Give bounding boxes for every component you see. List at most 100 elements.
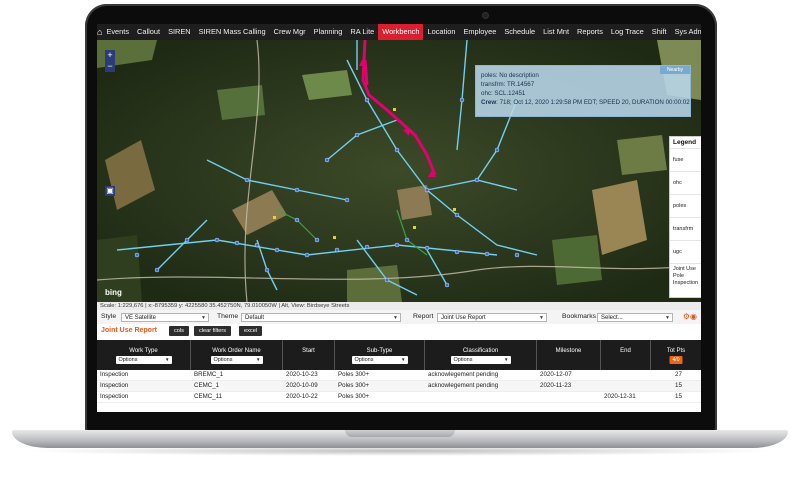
filter-options-select[interactable]: Options ▼ xyxy=(450,356,511,364)
filter-options-select[interactable]: Options ▼ xyxy=(210,356,263,364)
popup-line-poles: poles: No description xyxy=(481,72,539,79)
bing-logo: bing xyxy=(105,288,122,297)
col-tot-pts[interactable]: Tot Pts 4/0 xyxy=(651,340,701,370)
filter-options-label: Options xyxy=(354,357,374,363)
nav-item-callout[interactable]: Callout xyxy=(133,24,164,40)
col-header-label: Work Order Name xyxy=(212,348,261,354)
theme-select[interactable]: Default ▼ xyxy=(241,313,401,322)
cell-start: 2020-10-23 xyxy=(286,371,318,378)
col-work-order-name[interactable]: Work Order Name Options ▼ xyxy=(191,340,283,370)
bookmarks-label: Bookmarks xyxy=(562,313,596,320)
filter-options-select[interactable]: Options ▼ xyxy=(115,356,172,364)
zoom-in-icon[interactable]: + xyxy=(107,50,112,61)
report-select[interactable]: Joint Use Report ▼ xyxy=(437,313,547,322)
nav-item-ra-lite[interactable]: RA Lite xyxy=(346,24,378,40)
nav-item-schedule[interactable]: Schedule xyxy=(500,24,539,40)
col-end[interactable]: End xyxy=(601,340,651,370)
crew-label: Crew xyxy=(481,99,497,106)
legend-item-joint-use: Joint Use Pole Inspection xyxy=(670,263,701,294)
cell-end xyxy=(601,370,651,380)
top-nav: ⌂ Events Callout SIREN SIREN Mass Callin… xyxy=(97,24,701,40)
cell-work-type: Inspection xyxy=(100,371,129,378)
cell-milestone: 2020-12-07 xyxy=(540,371,572,378)
nav-item-crew-mgr[interactable]: Crew Mgr xyxy=(270,24,310,40)
bookmarks-select[interactable]: Select... ▼ xyxy=(597,313,673,322)
cell-classification: acknowlegement pending xyxy=(428,371,499,378)
table-row[interactable]: Inspection CEMC_1 2020-10-09 Poles 300+ … xyxy=(97,381,701,392)
zoom-out-icon[interactable]: − xyxy=(107,61,112,72)
report-table: Work Type Options ▼ Work Order Name Optio… xyxy=(97,340,701,403)
bookmarks-select-value: Select... xyxy=(601,315,623,321)
legend-item-poles: poles xyxy=(670,194,701,217)
col-milestone[interactable]: Milestone xyxy=(537,340,601,370)
full-extent-icon[interactable]: ▣ xyxy=(105,186,115,196)
camera-icon xyxy=(483,13,488,18)
cell-start: 2020-10-22 xyxy=(286,393,318,400)
col-start[interactable]: Start xyxy=(283,340,335,370)
cell-start: 2020-10-09 xyxy=(286,382,318,389)
excel-button[interactable]: excel xyxy=(239,326,263,336)
clear-filters-button[interactable]: clear filters xyxy=(194,326,232,336)
legend-item-transformer: transfrm xyxy=(670,217,701,240)
popup-line-crew: Crew: 718; Oct 12, 2020 1:29:58 PM EDT; … xyxy=(476,98,690,107)
nav-item-events[interactable]: Events xyxy=(102,24,133,40)
zoom-control: + − xyxy=(105,50,115,72)
nav-item-sys-admin[interactable]: Sys Admin xyxy=(671,24,701,40)
chevron-down-icon: ▼ xyxy=(256,357,261,362)
style-select[interactable]: VE Satellite ▼ xyxy=(121,313,209,322)
cell-end xyxy=(601,381,651,391)
chevron-down-icon: ▼ xyxy=(504,357,509,362)
nav-item-workbench[interactable]: Workbench xyxy=(378,24,424,40)
col-header-label: Tot Pts xyxy=(666,348,686,354)
nav-item-planning[interactable]: Planning xyxy=(310,24,347,40)
filter-options-label: Options xyxy=(453,357,473,363)
report-label: Report xyxy=(413,313,434,320)
nav-item-location[interactable]: Location xyxy=(423,24,459,40)
col-header-label: Milestone xyxy=(555,348,582,354)
chevron-down-icon: ▼ xyxy=(539,315,544,321)
tot-pts-badge[interactable]: 4/0 xyxy=(669,356,683,364)
nav-item-siren[interactable]: SIREN xyxy=(164,24,195,40)
nav-item-siren-mass-calling[interactable]: SIREN Mass Calling xyxy=(195,24,270,40)
style-select-value: VE Satellite xyxy=(125,315,157,321)
cell-sub-type: Poles 300+ xyxy=(338,382,370,389)
nav-item-log-trace[interactable]: Log Trace xyxy=(607,24,648,40)
col-header-label: Sub-Type xyxy=(366,348,393,354)
report-title: Joint Use Report xyxy=(101,327,158,334)
app-screen: ⌂ Events Callout SIREN SIREN Mass Callin… xyxy=(97,24,701,412)
popup-line-ohc: ohc: SCL.12451 xyxy=(481,90,526,97)
cell-work-order-name: CEMC_1 xyxy=(194,382,220,389)
col-sub-type[interactable]: Sub-Type Options ▼ xyxy=(335,340,425,370)
filter-options-label: Options xyxy=(213,357,233,363)
nav-item-employee[interactable]: Employee xyxy=(459,24,500,40)
chevron-down-icon: ▼ xyxy=(201,315,206,321)
report-toolbar: Joint Use Report cols clear filters exce… xyxy=(97,324,701,339)
nav-item-list-mnt[interactable]: List Mnt xyxy=(539,24,573,40)
nav-item-shift[interactable]: Shift xyxy=(648,24,671,40)
popup-header[interactable]: Nearby xyxy=(660,66,690,74)
legend-title: Legend xyxy=(673,139,697,146)
map-status-bar: Scale: 1:229,676 | x:-8795359 y: 4225580… xyxy=(97,302,701,310)
chevron-down-icon: ▼ xyxy=(393,315,398,321)
col-work-type[interactable]: Work Type Options ▼ xyxy=(97,340,191,370)
style-label: Style xyxy=(101,313,117,320)
theme-select-value: Default xyxy=(245,315,265,321)
cell-work-type: Inspection xyxy=(100,393,129,400)
chevron-down-icon: ▼ xyxy=(401,357,406,362)
map-legend: Legend fuse ohc poles transfrm ugc Joint… xyxy=(669,136,701,298)
laptop-notch xyxy=(345,430,455,437)
nav-item-reports[interactable]: Reports xyxy=(573,24,607,40)
col-classification[interactable]: Classification Options ▼ xyxy=(425,340,537,370)
map-tools-icon[interactable]: ⚙◉ xyxy=(683,312,697,321)
cell-work-order-name: BREMC_1 xyxy=(194,371,224,378)
filter-options-label: Options xyxy=(118,357,138,363)
table-row[interactable]: Inspection CEMC_11 2020-10-22 Poles 300+… xyxy=(97,392,701,403)
cell-work-order-name: CEMC_11 xyxy=(194,393,223,400)
map-controls-row: Style VE Satellite ▼ Theme Default ▼ Repor… xyxy=(97,310,701,325)
cell-tot-pts: 27 xyxy=(675,371,682,378)
cols-button[interactable]: cols xyxy=(169,326,189,336)
filter-options-select[interactable]: Options ▼ xyxy=(351,356,408,364)
table-row[interactable]: Inspection BREMC_1 2020-10-23 Poles 300+… xyxy=(97,370,701,381)
map-view[interactable]: + − ▣ Nearby poles: No description trans… xyxy=(97,40,701,302)
cell-milestone: 2020-11-23 xyxy=(540,382,572,389)
